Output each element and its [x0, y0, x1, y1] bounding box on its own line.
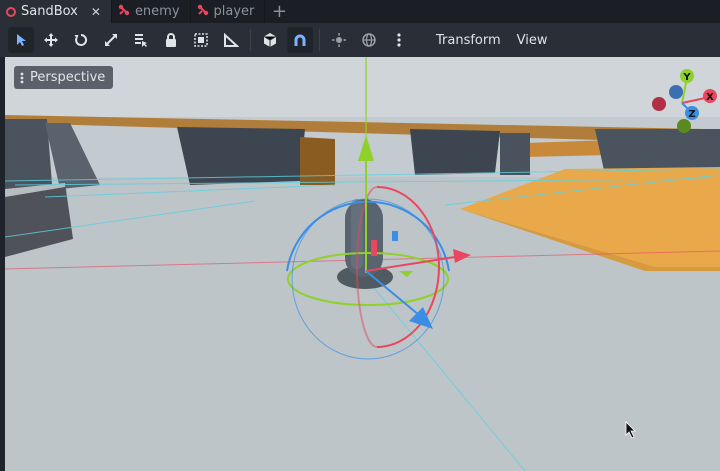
more-options-button[interactable] — [386, 27, 412, 53]
orientation-gizmo[interactable]: Y X Z — [646, 67, 720, 139]
globe-icon — [362, 33, 376, 47]
arrow-cursor-icon — [17, 34, 26, 46]
toolbar-separator — [250, 29, 251, 51]
tab-player[interactable]: player — [191, 0, 266, 23]
tab-sandbox[interactable]: SandBox ✕ — [0, 0, 112, 23]
bones-icon — [118, 4, 130, 20]
z-axis-label: Z — [688, 109, 695, 120]
tab-label: enemy — [134, 4, 180, 19]
tab-label: player — [213, 4, 255, 19]
perspective-label: Perspective — [30, 70, 106, 85]
cube-icon — [263, 33, 277, 47]
toolbar-separator — [319, 29, 320, 51]
perspective-menu-button[interactable]: Perspective — [14, 66, 114, 89]
vertical-dots-icon — [397, 33, 401, 47]
transform-menu[interactable]: Transform — [428, 33, 509, 48]
y-axis-label: Y — [682, 72, 691, 83]
neg-x-axis-dot[interactable] — [652, 97, 666, 111]
scene-node-icon — [6, 6, 16, 17]
lock-icon — [166, 33, 176, 47]
rotate-tool-button[interactable] — [68, 27, 94, 53]
scene-tab-bar: SandBox ✕ enemy player + — [0, 0, 720, 23]
list-select-icon — [135, 34, 147, 47]
magnet-icon — [294, 34, 306, 46]
close-icon[interactable]: ✕ — [91, 5, 101, 19]
environment-toggle[interactable] — [356, 27, 382, 53]
lock-tool-button[interactable] — [158, 27, 184, 53]
select-tool-button[interactable] — [8, 27, 34, 53]
move-tool-button[interactable] — [38, 27, 64, 53]
bones-icon — [197, 4, 209, 20]
scale-icon — [105, 34, 117, 46]
local-space-toggle[interactable] — [257, 27, 283, 53]
list-select-tool-button[interactable] — [128, 27, 154, 53]
rotate-icon — [74, 33, 88, 46]
neg-y-axis-dot[interactable] — [677, 119, 691, 133]
scale-tool-button[interactable] — [98, 27, 124, 53]
neg-z-axis-dot[interactable] — [669, 85, 683, 99]
add-tab-button[interactable]: + — [265, 0, 293, 23]
sun-icon — [332, 33, 346, 47]
snap-toggle[interactable] — [287, 27, 313, 53]
ruler-icon — [224, 32, 239, 47]
scene-render — [5, 57, 720, 471]
tab-label: SandBox — [21, 4, 78, 19]
3d-viewport[interactable]: Perspective Y X Z — [5, 57, 720, 471]
x-axis-label: X — [706, 92, 714, 103]
ruler-tool-button[interactable] — [218, 27, 244, 53]
move-arrows-icon — [44, 33, 58, 47]
tab-enemy[interactable]: enemy — [112, 0, 191, 23]
view-menu[interactable]: View — [509, 33, 556, 48]
group-tool-button[interactable] — [188, 27, 214, 53]
vertical-dots-icon — [20, 72, 24, 83]
sun-toggle[interactable] — [326, 27, 352, 53]
editor-toolbar: Transform View — [0, 23, 720, 57]
group-icon — [194, 33, 208, 47]
